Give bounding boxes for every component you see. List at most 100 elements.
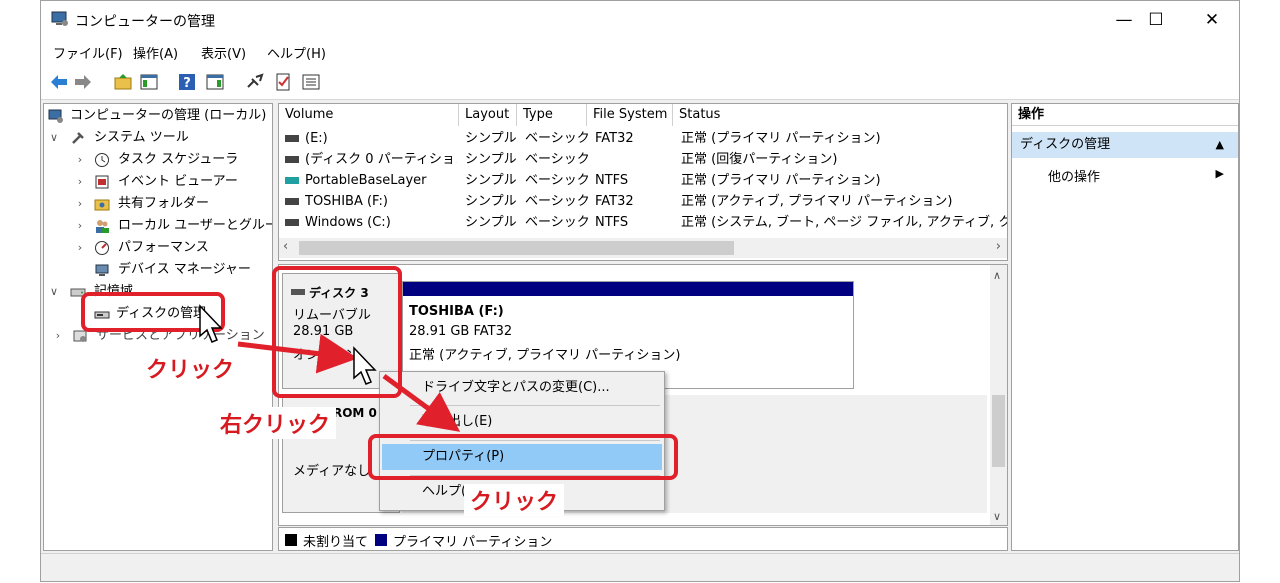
- tree-item-label: 共有フォルダー: [118, 196, 210, 211]
- actions-header: 操作: [1012, 104, 1238, 126]
- volume-icon: [285, 177, 299, 184]
- tree-item-label: ローカル ユーザーとグループ: [118, 218, 273, 233]
- system-tools-icon: [72, 132, 84, 144]
- volume-fs: FAT32: [595, 131, 634, 146]
- volume-status: 正常 (システム, ブート, ページ ファイル, アクティブ, クラッシュ: [681, 215, 1007, 230]
- menu-help[interactable]: ヘルプ(H): [267, 43, 326, 62]
- status-bar: [41, 553, 1239, 581]
- chevron-right-icon[interactable]: ›: [74, 150, 86, 170]
- ctx-separator: [410, 405, 660, 406]
- primary-swatch: [375, 534, 387, 546]
- back-arrow-icon[interactable]: [49, 72, 69, 92]
- legend-bar: 未割り当て プライマリ パーティション: [278, 527, 1008, 551]
- volume-icon: [285, 198, 299, 205]
- actions-disk-management[interactable]: ディスクの管理 ▲: [1012, 132, 1238, 158]
- col-type[interactable]: Type: [517, 104, 587, 126]
- actions-pane: 操作 ディスクの管理 ▲ 他の操作 ▶: [1011, 103, 1239, 551]
- cdrom-media: メディアなし: [293, 464, 371, 479]
- volume-fs: FAT32: [595, 194, 634, 209]
- volume-row[interactable]: PortableBaseLayer シンプル ベーシック NTFS 正常 (プラ…: [279, 170, 1007, 191]
- volume-status: 正常 (回復パーティション): [681, 152, 838, 167]
- svg-text:?: ?: [183, 76, 191, 91]
- volume-status: 正常 (プライマリ パーティション): [681, 173, 881, 188]
- highlight-disk-management: [81, 292, 225, 332]
- folder-up-icon[interactable]: [113, 72, 133, 92]
- volume-icon: [285, 219, 299, 226]
- partition-status: 正常 (アクティブ, プライマリ パーティション): [409, 348, 681, 363]
- menu-file[interactable]: ファイル(F): [53, 43, 123, 62]
- computer-management-icon: [48, 109, 63, 123]
- disk-view-vscrollbar[interactable]: ∧ ∨: [990, 265, 1007, 525]
- volume-fs: NTFS: [595, 215, 629, 230]
- menu-bar: ファイル(F) 操作(A) 表示(V) ヘルプ(H): [41, 39, 1239, 65]
- volume-name: Windows (C:): [305, 215, 391, 230]
- chevron-right-icon[interactable]: ›: [74, 238, 86, 258]
- volume-name: PortableBaseLayer: [305, 173, 427, 188]
- tree-root-label: コンピューターの管理 (ローカル): [70, 108, 267, 123]
- ctx-eject[interactable]: 取り出し(E): [382, 409, 662, 435]
- chevron-right-icon[interactable]: ›: [52, 326, 64, 346]
- unallocated-swatch: [285, 534, 297, 546]
- volume-row[interactable]: TOSHIBA (F:) シンプル ベーシック FAT32 正常 (アクティブ,…: [279, 191, 1007, 212]
- col-filesystem[interactable]: File System: [587, 104, 673, 126]
- chevron-down-icon[interactable]: ∨: [48, 128, 60, 148]
- chevron-right-icon[interactable]: ›: [74, 216, 86, 236]
- close-button[interactable]: ✕: [1189, 1, 1235, 39]
- toolbar: ?: [41, 65, 1239, 100]
- hscroll-thumb[interactable]: [299, 241, 734, 255]
- help-icon[interactable]: ?: [177, 72, 197, 92]
- volume-status: 正常 (プライマリ パーティション): [681, 131, 881, 146]
- volume-type: ベーシック: [525, 131, 590, 146]
- device-manager-icon: [95, 264, 109, 276]
- volume-row[interactable]: (ディスク 0 パーティション 2) シンプル ベーシック 正常 (回復パーティ…: [279, 149, 1007, 170]
- volume-row[interactable]: Windows (C:) シンプル ベーシック NTFS 正常 (システム, ブ…: [279, 212, 1007, 233]
- menu-action[interactable]: 操作(A): [133, 43, 178, 62]
- highlight-disk3: [272, 266, 402, 398]
- scroll-down-icon[interactable]: ∨: [993, 510, 1001, 523]
- properties-list-icon[interactable]: [301, 72, 321, 92]
- volume-name: (ディスク 0 パーティション 2): [305, 152, 457, 167]
- volume-layout: シンプル: [465, 215, 517, 230]
- volume-row[interactable]: (E:) シンプル ベーシック FAT32 正常 (プライマリ パーティション): [279, 128, 1007, 149]
- col-volume[interactable]: Volume: [279, 104, 459, 126]
- volume-name: TOSHIBA (F:): [305, 194, 388, 209]
- col-status[interactable]: Status: [673, 104, 1007, 126]
- volume-list-hscrollbar[interactable]: ‹ ›: [279, 238, 1007, 258]
- legend-unallocated: 未割り当て: [303, 535, 369, 550]
- volume-layout: シンプル: [465, 152, 517, 167]
- computer-management-window: コンピューターの管理 — ☐ ✕ ファイル(F) 操作(A) 表示(V) ヘルプ…: [40, 0, 1240, 582]
- checklist-icon[interactable]: [273, 72, 293, 92]
- annotation-click-2: クリック: [464, 484, 565, 516]
- tree-system-tools-label: システム ツール: [94, 130, 189, 145]
- legend-primary: プライマリ パーティション: [393, 535, 553, 550]
- menu-view[interactable]: 表示(V): [201, 43, 246, 62]
- forward-arrow-icon[interactable]: [73, 72, 93, 92]
- vscroll-thumb[interactable]: [992, 395, 1005, 467]
- actions-other[interactable]: 他の操作: [1048, 166, 1100, 185]
- volume-status: 正常 (アクティブ, プライマリ パーティション): [681, 194, 953, 209]
- volume-list-pane: Volume Layout Type File System Status (E…: [278, 103, 1008, 261]
- tree-item-label: イベント ビューアー: [118, 174, 238, 189]
- chevron-right-icon[interactable]: ›: [74, 172, 86, 192]
- maximize-button[interactable]: ☐: [1133, 1, 1179, 39]
- scroll-up-icon[interactable]: ∧: [993, 269, 1001, 282]
- chevron-down-icon[interactable]: ∨: [48, 282, 60, 302]
- performance-icon: [95, 241, 109, 255]
- col-layout[interactable]: Layout: [459, 104, 517, 126]
- collapse-up-icon[interactable]: ▲: [1216, 132, 1224, 158]
- title-bar: コンピューターの管理 — ☐ ✕: [41, 1, 1239, 39]
- volume-fs: NTFS: [595, 173, 629, 188]
- scroll-right-icon[interactable]: ›: [996, 239, 1001, 254]
- clock-icon: [95, 153, 109, 167]
- scroll-left-icon[interactable]: ‹: [283, 239, 288, 254]
- annotation-click-1: クリック: [140, 352, 241, 384]
- action-pane-icon[interactable]: [205, 72, 225, 92]
- partition-detail: 28.91 GB FAT32: [409, 324, 513, 339]
- console-tree-icon[interactable]: [139, 72, 159, 92]
- chevron-right-icon[interactable]: ›: [74, 194, 86, 214]
- ctx-change-drive-letter[interactable]: ドライブ文字とパスの変更(C)...: [382, 375, 662, 401]
- volume-type: ベーシック: [525, 215, 590, 230]
- connect-icon[interactable]: [245, 72, 265, 92]
- submenu-arrow-icon[interactable]: ▶: [1216, 167, 1224, 180]
- partition-bar: [403, 282, 853, 296]
